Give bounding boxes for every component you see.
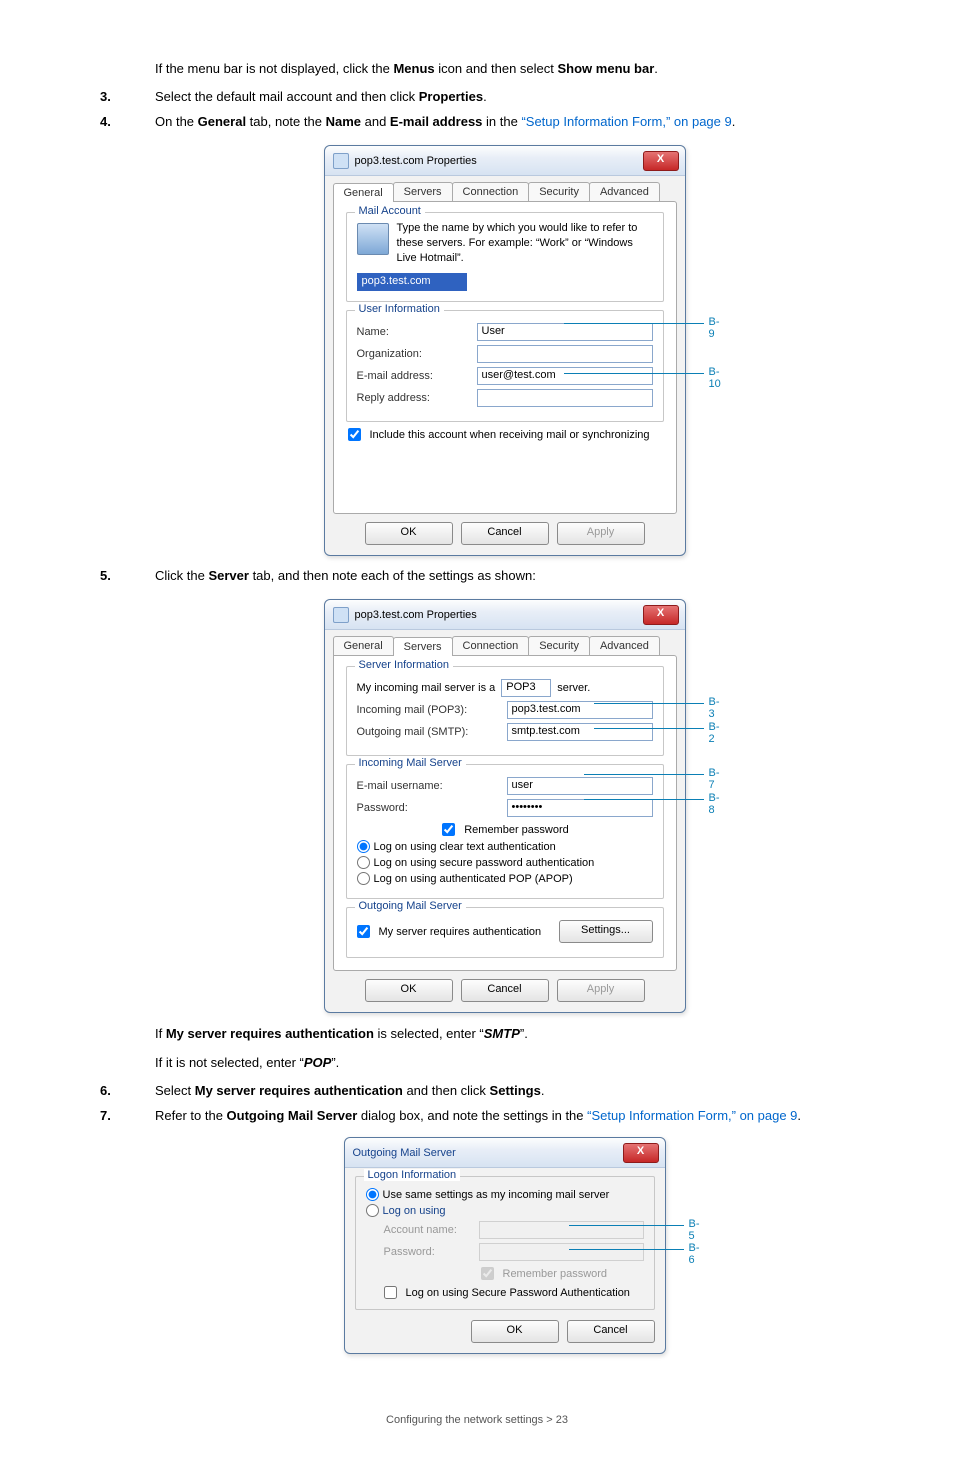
ok-button[interactable]: OK xyxy=(471,1320,559,1343)
group-logon-info: Logon Information Use same settings as m… xyxy=(355,1176,655,1310)
setup-form-link[interactable]: “Setup Information Form,” on page 9 xyxy=(587,1108,797,1123)
window-icon xyxy=(333,153,349,169)
radio-secure-password[interactable]: Log on using secure password authenticat… xyxy=(357,856,653,869)
outgoing-mail-field[interactable]: smtp.test.com xyxy=(507,723,653,741)
window-icon xyxy=(333,607,349,623)
tab-servers[interactable]: Servers xyxy=(393,182,453,201)
page-footer: Configuring the network settings > 23 xyxy=(0,1414,954,1426)
callout-b10: B-10 xyxy=(709,366,721,390)
step-number: 4. xyxy=(100,114,111,129)
password-field[interactable]: •••••••• xyxy=(507,799,653,817)
group-outgoing-mail-server: Outgoing Mail Server My server requires … xyxy=(346,907,664,958)
tab-connection[interactable]: Connection xyxy=(452,182,530,201)
settings-button[interactable]: Settings... xyxy=(559,920,653,943)
cancel-button[interactable]: Cancel xyxy=(461,979,549,1002)
tab-general[interactable]: General xyxy=(333,636,394,655)
callout-b7: B-7 xyxy=(709,767,720,791)
callout-b8: B-8 xyxy=(709,792,720,816)
group-incoming-mail-server: Incoming Mail Server E-mail username:use… xyxy=(346,764,664,899)
tab-connection[interactable]: Connection xyxy=(452,636,530,655)
spa-checkbox[interactable] xyxy=(384,1286,397,1299)
group-mail-account: Mail Account Type the name by which you … xyxy=(346,212,664,303)
window-title: Outgoing Mail Server xyxy=(353,1147,623,1159)
callout-b6: B-6 xyxy=(689,1242,700,1266)
radio-cleartext[interactable]: Log on using clear text authentication xyxy=(357,840,653,853)
name-field[interactable]: User xyxy=(477,323,653,341)
tab-security[interactable]: Security xyxy=(528,182,590,201)
callout-b3: B-3 xyxy=(709,696,720,720)
window-title: pop3.test.com Properties xyxy=(355,155,643,167)
mail-account-desc: Type the name by which you would like to… xyxy=(397,221,653,266)
properties-dialog-servers: pop3.test.com Properties X General Serve… xyxy=(324,599,686,1013)
account-name-field[interactable]: pop3.test.com xyxy=(357,273,467,291)
radio-same-settings[interactable]: Use same settings as my incoming mail se… xyxy=(366,1188,644,1201)
email-field[interactable]: user@test.com xyxy=(477,367,653,385)
intro-paragraph: If the menu bar is not displayed, click … xyxy=(155,60,854,79)
apply-button[interactable]: Apply xyxy=(557,979,645,1002)
remember-password-checkbox xyxy=(481,1267,494,1280)
step-number: 6. xyxy=(100,1083,111,1098)
step-7: 7. Refer to the Outgoing Mail Server dia… xyxy=(155,1108,854,1123)
smtp-note: If My server requires authentication is … xyxy=(155,1025,854,1044)
callout-b9: B-9 xyxy=(709,316,720,340)
outgoing-mail-server-dialog: Outgoing Mail Server X Logon Information… xyxy=(344,1137,666,1354)
tab-row: General Servers Connection Security Adva… xyxy=(325,176,685,201)
email-username-field[interactable]: user xyxy=(507,777,653,795)
callout-b2: B-2 xyxy=(709,721,720,745)
include-account-checkbox[interactable] xyxy=(348,428,361,441)
radio-log-on-using[interactable]: Log on using xyxy=(366,1204,644,1217)
tab-general[interactable]: General xyxy=(333,183,394,202)
step-number: 7. xyxy=(100,1108,111,1123)
apply-button[interactable]: Apply xyxy=(557,522,645,545)
close-icon[interactable]: X xyxy=(623,1143,659,1163)
callout-b5: B-5 xyxy=(689,1218,700,1242)
tab-security[interactable]: Security xyxy=(528,636,590,655)
setup-form-link[interactable]: “Setup Information Form,” on page 9 xyxy=(521,114,731,129)
step-5: 5. Click the Server tab, and then note e… xyxy=(155,568,854,583)
tab-servers[interactable]: Servers xyxy=(393,637,453,656)
tab-advanced[interactable]: Advanced xyxy=(589,182,660,201)
step-6: 6. Select My server requires authenticat… xyxy=(155,1083,854,1098)
step-number: 3. xyxy=(100,89,111,104)
remember-password-checkbox[interactable] xyxy=(442,823,455,836)
tab-advanced[interactable]: Advanced xyxy=(589,636,660,655)
close-icon[interactable]: X xyxy=(643,605,679,625)
cancel-button[interactable]: Cancel xyxy=(461,522,549,545)
password-field xyxy=(479,1243,644,1261)
cancel-button[interactable]: Cancel xyxy=(567,1320,655,1343)
reply-field[interactable] xyxy=(477,389,653,407)
organization-field[interactable] xyxy=(477,345,653,363)
ok-button[interactable]: OK xyxy=(365,522,453,545)
group-server-info: Server Information My incoming mail serv… xyxy=(346,666,664,756)
step-4: 4. On the General tab, note the Name and… xyxy=(155,114,854,129)
window-title: pop3.test.com Properties xyxy=(355,609,643,621)
mail-account-icon xyxy=(357,223,389,255)
properties-dialog-general: pop3.test.com Properties X General Serve… xyxy=(324,145,686,557)
close-icon[interactable]: X xyxy=(643,151,679,171)
group-user-info: User Information Name:User Organization:… xyxy=(346,310,664,422)
server-requires-auth-checkbox[interactable]: My server requires authentication xyxy=(357,925,542,938)
account-name-field xyxy=(479,1221,644,1239)
radio-apop[interactable]: Log on using authenticated POP (APOP) xyxy=(357,872,653,885)
step-number: 5. xyxy=(100,568,111,583)
pop-note: If it is not selected, enter “POP”. xyxy=(155,1054,854,1073)
step-3: 3. Select the default mail account and t… xyxy=(155,89,854,104)
server-type-display: POP3 xyxy=(501,679,551,697)
ok-button[interactable]: OK xyxy=(365,979,453,1002)
